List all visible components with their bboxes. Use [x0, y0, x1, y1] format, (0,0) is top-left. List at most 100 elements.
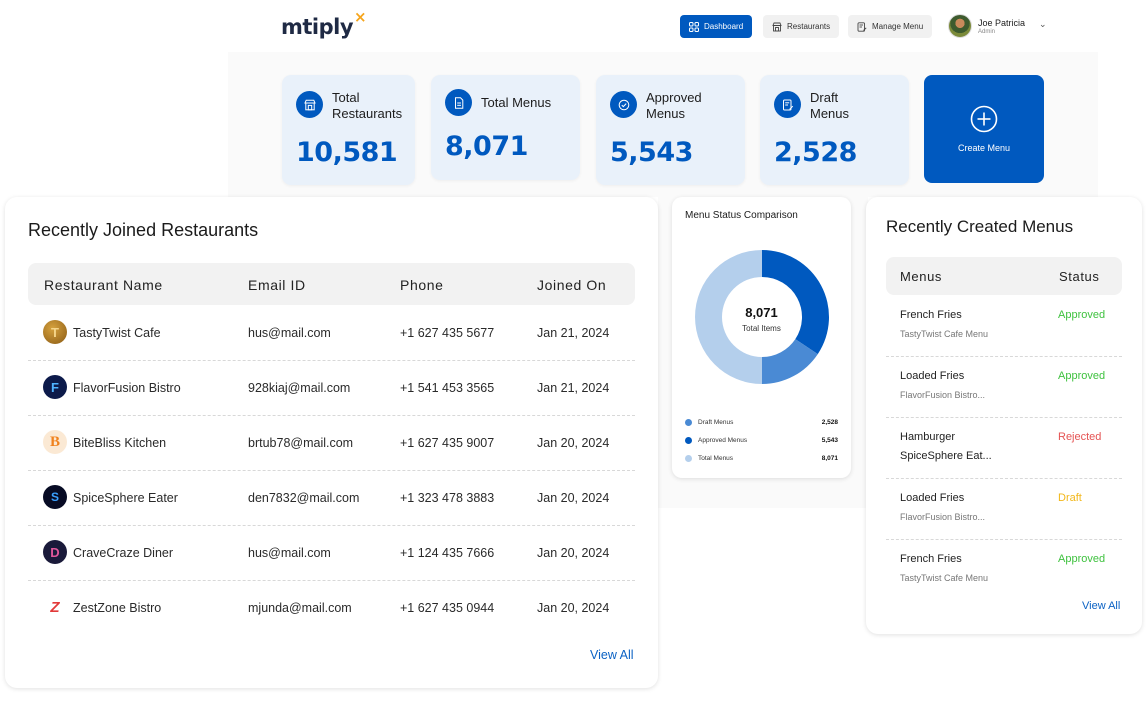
legend-item-total: Total Menus 8,071: [685, 453, 838, 465]
recent-menus-card: Recently Created Menus Menus Status Fren…: [866, 197, 1142, 634]
stat-value: 10,581: [296, 137, 398, 168]
restaurant-name: ZestZone Bistro: [73, 601, 162, 615]
legend-label: Total Menus: [698, 455, 734, 462]
view-all-restaurants-link[interactable]: View All: [590, 648, 634, 662]
restaurant-email: 928kiaj@mail.com: [248, 381, 351, 395]
nav-manage-menu-button[interactable]: Manage Menu: [848, 15, 933, 38]
restaurant-logo: T: [43, 320, 67, 344]
view-all-menus-link[interactable]: View All: [1082, 600, 1120, 612]
legend-value: 8,071: [821, 455, 838, 462]
grid-icon: [689, 21, 699, 32]
restaurant-name: TastyTwist Cafe: [73, 326, 161, 340]
restaurant-phone: +1 627 435 0944: [400, 601, 495, 615]
menu-status: Draft: [1058, 492, 1082, 504]
table-header: Restaurant Name Email ID Phone Joined On: [28, 263, 635, 305]
stat-card-draft-menus: Draft Menus 2,528: [760, 75, 909, 185]
storefront-icon: [772, 22, 782, 31]
edit-document-icon: [774, 91, 801, 118]
restaurant-joined-date: Jan 21, 2024: [537, 381, 610, 395]
nav-restaurants-button[interactable]: Restaurants: [763, 15, 840, 38]
restaurant-logo: Z: [43, 595, 67, 619]
restaurant-name: CraveCraze Diner: [73, 546, 174, 560]
restaurant-name: FlavorFusion Bistro: [73, 381, 181, 395]
stat-label: Total Menus: [481, 95, 552, 110]
menu-status-chart-card: Menu Status Comparison 8,071 Total Items…: [672, 197, 851, 478]
menu-restaurant: SpiceSphere Eat...: [900, 450, 992, 462]
menu-row[interactable]: French Fries TastyTwist Cafe Menu Approv…: [886, 540, 1122, 601]
restaurant-joined-date: Jan 21, 2024: [537, 326, 610, 340]
table-row[interactable]: F FlavorFusion Bistro 928kiaj@mail.com +…: [28, 361, 635, 416]
restaurant-joined-date: Jan 20, 2024: [537, 546, 610, 560]
table-row[interactable]: T TastyTwist Cafe hus@mail.com +1 627 43…: [28, 306, 635, 361]
create-menu-label: Create Menu: [957, 143, 1011, 153]
menu-name: French Fries: [900, 309, 962, 321]
column-header-email[interactable]: Email ID: [248, 277, 306, 293]
column-header-status[interactable]: Status: [1059, 269, 1099, 284]
restaurant-email: den7832@mail.com: [248, 491, 360, 505]
chart-title: Menu Status Comparison: [685, 210, 798, 221]
menu-row[interactable]: Hamburger SpiceSphere Eat... Rejected: [886, 418, 1122, 479]
restaurant-name: SpiceSphere Eater: [73, 491, 178, 505]
restaurant-phone: +1 627 435 5677: [400, 326, 495, 340]
menu-name: Loaded Fries: [900, 370, 965, 382]
column-header-menus[interactable]: Menus: [900, 269, 942, 284]
table-row[interactable]: B BiteBliss Kitchen brtub78@mail.com +1 …: [28, 416, 635, 471]
brand-logo[interactable]: mtiply×: [281, 8, 367, 39]
recent-restaurants-card: Recently Joined Restaurants Restaurant N…: [5, 197, 658, 688]
restaurant-phone: +1 541 453 3565: [400, 381, 495, 395]
restaurant-joined-date: Jan 20, 2024: [537, 491, 610, 505]
legend-swatch: [685, 437, 692, 444]
menu-restaurant: TastyTwist Cafe Menu: [900, 329, 989, 339]
dashboard-screen: mtiply× Dashboard Restaurants Manage Men…: [0, 0, 1147, 704]
menu-row[interactable]: Loaded Fries FlavorFusion Bistro... Appr…: [886, 357, 1122, 418]
donut-slice-approved-menus[interactable]: [762, 250, 829, 355]
legend-item-approved: Approved Menus 5,543: [685, 435, 838, 447]
table-row[interactable]: Z ZestZone Bistro mjunda@mail.com +1 627…: [28, 581, 635, 636]
menu-restaurant: TastyTwist Cafe Menu: [900, 573, 989, 583]
top-nav-bar: mtiply× Dashboard Restaurants Manage Men…: [228, 0, 1098, 52]
chevron-down-icon[interactable]: ⌄: [1039, 19, 1047, 30]
legend-value: 5,543: [821, 437, 838, 444]
restaurant-phone: +1 627 435 9007: [400, 436, 495, 450]
menu-name: Loaded Fries: [900, 492, 965, 504]
check-circle-icon: [610, 91, 637, 118]
user-menu[interactable]: Joe Patricia Admin ⌄: [948, 14, 1047, 38]
menu-row[interactable]: French Fries TastyTwist Cafe Menu Approv…: [886, 296, 1122, 357]
legend-swatch: [685, 419, 692, 426]
restaurant-email: hus@mail.com: [248, 326, 331, 340]
stat-card-total-menus: Total Menus 8,071: [431, 75, 580, 180]
legend-item-draft: Draft Menus 2,528: [685, 417, 838, 429]
menu-row[interactable]: Loaded Fries FlavorFusion Bistro... Draf…: [886, 479, 1122, 540]
brand-mark-icon: ×: [354, 8, 367, 26]
menu-status: Rejected: [1058, 431, 1102, 443]
menu-status: Approved: [1058, 309, 1106, 321]
storefront-icon: [296, 91, 323, 118]
stat-card-total-restaurants: Total Restaurants 10,581: [282, 75, 415, 185]
column-header-name[interactable]: Restaurant Name: [44, 277, 163, 293]
stat-label: Total Restaurants: [332, 90, 403, 121]
restaurant-email: mjunda@mail.com: [248, 601, 352, 615]
stat-value: 8,071: [445, 131, 528, 162]
stat-card-approved-menus: Approved Menus 5,543: [596, 75, 745, 185]
menu-name: French Fries: [900, 553, 962, 565]
restaurant-phone: +1 323 478 3883: [400, 491, 495, 505]
edit-document-icon: [857, 21, 867, 32]
table-row[interactable]: D CraveCraze Diner hus@mail.com +1 124 4…: [28, 526, 635, 581]
stat-label: Draft Menus: [810, 90, 850, 121]
stat-value: 2,528: [774, 137, 857, 168]
restaurant-email: hus@mail.com: [248, 546, 331, 560]
column-header-phone[interactable]: Phone: [400, 277, 443, 293]
restaurant-logo: S: [43, 485, 67, 509]
restaurant-name: BiteBliss Kitchen: [73, 436, 167, 450]
restaurant-joined-date: Jan 20, 2024: [537, 601, 610, 615]
donut-center-label: Total Items: [742, 324, 781, 333]
column-header-joined[interactable]: Joined On: [537, 277, 606, 293]
document-icon: [445, 89, 472, 116]
menu-status: Approved: [1058, 370, 1106, 382]
nav-dashboard-button[interactable]: Dashboard: [680, 15, 753, 38]
create-menu-button[interactable]: Create Menu: [924, 75, 1044, 183]
user-name: Joe Patricia: [978, 17, 1026, 28]
restaurant-logo: B: [43, 430, 67, 454]
table-row[interactable]: S SpiceSphere Eater den7832@mail.com +1 …: [28, 471, 635, 526]
legend-value: 2,528: [821, 419, 838, 426]
